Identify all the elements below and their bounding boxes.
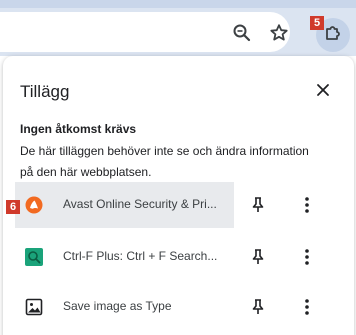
more-options-icon[interactable] [296,246,318,268]
section-heading: Ingen åtkomst krävs [20,122,137,136]
popup-title: Tillägg [20,82,70,101]
extension-row-save-image[interactable]: Save image as Type [3,284,354,330]
zoom-out-icon[interactable] [228,19,256,47]
annotation-marker-6: 6 [6,200,20,214]
extension-name: Ctrl-F Plus: Ctrl + F Search... [63,249,218,263]
more-options-icon[interactable] [296,194,318,216]
image-icon [25,298,43,316]
avast-icon [25,196,43,214]
extension-row-avast[interactable]: Avast Online Security & Pri... [3,182,354,228]
section-description: De här tilläggen behöver inte se och änd… [20,144,309,179]
extension-name: Avast Online Security & Pri... [63,197,217,211]
annotation-marker-5: 5 [310,16,324,30]
pin-icon[interactable] [247,194,269,216]
more-options-icon[interactable] [296,296,318,318]
ctrlf-search-icon [25,248,43,266]
close-icon [317,84,329,96]
extension-name: Save image as Type [63,299,172,313]
bookmark-star-icon[interactable] [265,19,293,47]
pin-icon[interactable] [247,246,269,268]
extension-row-ctrlf[interactable]: Ctrl-F Plus: Ctrl + F Search... [3,234,354,280]
puzzle-icon [323,23,343,48]
close-button[interactable] [311,78,335,102]
browser-toolbar [0,0,356,56]
pin-icon[interactable] [247,296,269,318]
extensions-popup: Tillägg Ingen åtkomst krävs De här tillä… [3,56,354,335]
tab-strip [0,0,356,8]
